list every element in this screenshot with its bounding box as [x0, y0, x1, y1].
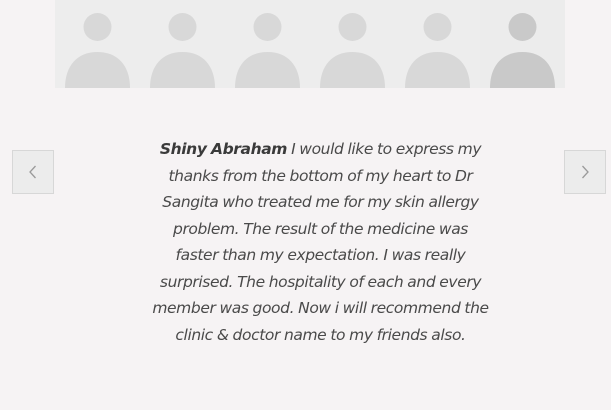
- person-placeholder-icon: [320, 13, 385, 88]
- testimonial-thumb-1[interactable]: [55, 0, 140, 88]
- testimonial-thumb-5[interactable]: [395, 0, 480, 88]
- testimonial-text: I would like to express my thanks from t…: [152, 140, 489, 344]
- next-testimonial-button[interactable]: [564, 150, 606, 194]
- testimonial-author: Shiny Abraham: [159, 140, 288, 158]
- person-placeholder-icon: [235, 13, 300, 88]
- person-placeholder-icon: [150, 13, 215, 88]
- testimonial-slider: Shiny Abraham I would like to express my…: [0, 0, 611, 410]
- testimonial-thumb-6-active[interactable]: [480, 0, 565, 88]
- testimonial-thumbnails: [55, 0, 565, 95]
- chevron-right-icon: [582, 165, 589, 179]
- testimonial-thumb-2[interactable]: [140, 0, 225, 88]
- testimonial-thumb-4[interactable]: [310, 0, 395, 88]
- testimonial-thumb-3[interactable]: [225, 0, 310, 88]
- chevron-left-icon: [29, 165, 36, 179]
- person-placeholder-icon: [65, 13, 130, 88]
- person-placeholder-icon: [490, 13, 555, 88]
- testimonial-quote: Shiny Abraham I would like to express my…: [150, 136, 491, 348]
- person-placeholder-icon: [405, 13, 470, 88]
- previous-testimonial-button[interactable]: [12, 150, 54, 194]
